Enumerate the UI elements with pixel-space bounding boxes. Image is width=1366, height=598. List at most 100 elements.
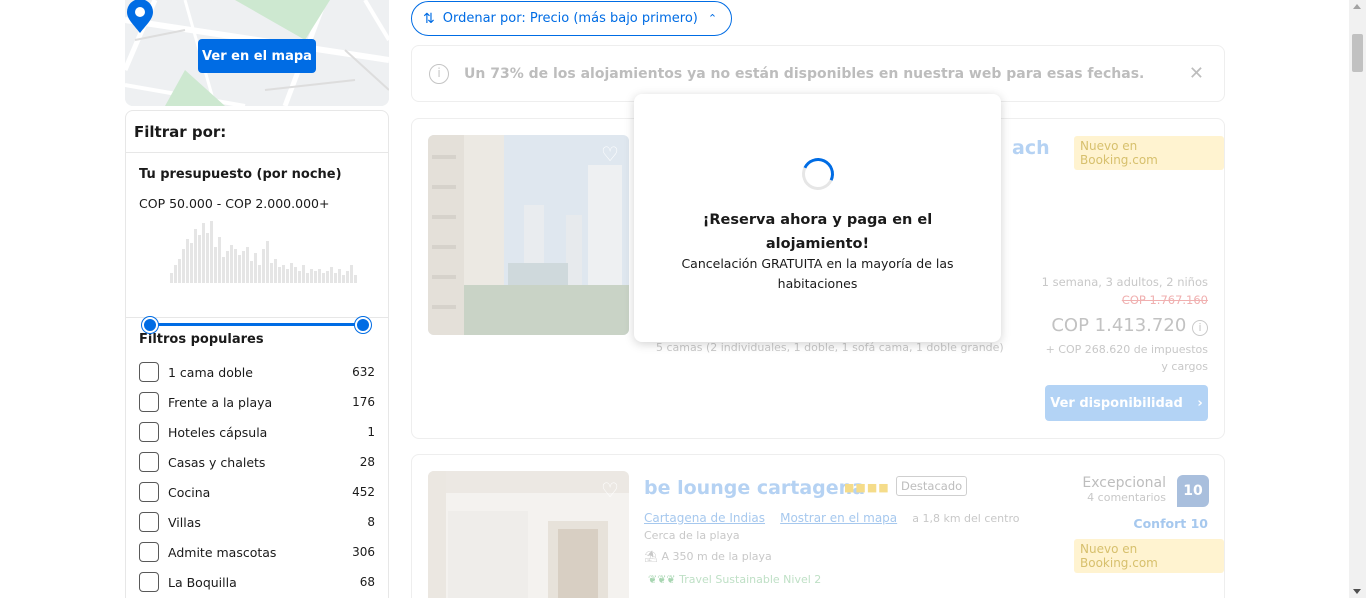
beach-umbrella-icon: ⛱ bbox=[644, 550, 658, 563]
filter-checkbox[interactable] bbox=[139, 392, 159, 412]
filter-count: 306 bbox=[352, 545, 375, 559]
budget-slider-min-handle[interactable] bbox=[142, 317, 158, 333]
filter-checkbox[interactable] bbox=[139, 512, 159, 532]
page: Ver en el mapa Filtrar por: Tu presupues… bbox=[0, 0, 1366, 598]
modal-title: ¡Reserva ahora y paga en el alojamiento! bbox=[702, 212, 933, 252]
star-icon: ■ bbox=[855, 481, 867, 494]
stay-details: 1 semana, 3 adultos, 2 niños bbox=[1042, 275, 1208, 289]
comfort-score: Confort 10 bbox=[1133, 516, 1208, 531]
sustainable-label: Travel Sustainable Nivel 2 bbox=[679, 573, 822, 586]
property-photo[interactable]: ♡ bbox=[428, 471, 629, 598]
beach-distance: A 350 m de la playa bbox=[661, 550, 772, 563]
filter-checkbox[interactable] bbox=[139, 542, 159, 562]
filter-item[interactable]: Casas y chalets 28 bbox=[139, 447, 375, 477]
price-block: COP 1.413.720 i bbox=[1051, 315, 1208, 336]
filter-count: 176 bbox=[352, 395, 375, 409]
filter-checkbox[interactable] bbox=[139, 422, 159, 442]
info-icon: i bbox=[429, 64, 449, 84]
see-availability-button[interactable]: Ver disponibilidad › bbox=[1045, 385, 1208, 421]
loading-modal: ¡Reserva ahora y paga en el alojamiento!… bbox=[634, 94, 1001, 342]
filters-title: Filtrar por: bbox=[126, 111, 388, 153]
show-map-link[interactable]: Mostrar en el mapa bbox=[780, 511, 897, 525]
budget-filter: Tu presupuesto (por noche) COP 50.000 - … bbox=[126, 153, 388, 333]
filter-count: 1 bbox=[367, 425, 375, 439]
featured-badge: Destacado bbox=[896, 476, 968, 496]
filter-label: Villas bbox=[168, 514, 201, 530]
review-count: 4 comentarios bbox=[1087, 491, 1166, 504]
loading-spinner bbox=[797, 153, 839, 195]
distance-text: a 1,8 km del centro bbox=[912, 512, 1020, 525]
star-icon: ■ bbox=[866, 481, 879, 494]
scrollbar-thumb[interactable] bbox=[1352, 34, 1363, 72]
filter-count: 452 bbox=[352, 485, 375, 499]
sort-arrows-icon: ⇅ bbox=[423, 10, 435, 27]
filter-label: Hoteles cápsula bbox=[168, 424, 268, 440]
stay-summary: 1 semana, 3 adultos, 2 niños bbox=[1041, 275, 1208, 289]
budget-heading: Tu presupuesto (por noche) bbox=[139, 167, 342, 182]
price-histogram bbox=[170, 221, 357, 283]
budget-range: COP 50.000 - COP 2.000.000+ bbox=[139, 196, 330, 211]
filter-checkbox[interactable] bbox=[139, 362, 159, 382]
beds-info: 5 camas (2 individuales, 1 doble, 1 sofá… bbox=[656, 341, 1004, 354]
notice-text: Un 73% de los alojamientos ya no están d… bbox=[464, 66, 1145, 82]
star-rating: ■■■■ bbox=[844, 481, 890, 494]
filter-checkbox[interactable] bbox=[139, 572, 159, 592]
property-photo[interactable]: ♡ bbox=[428, 135, 629, 335]
sustainable-row: ❦❦❦ Travel Sustainable Nivel 2 bbox=[648, 573, 821, 586]
filter-item[interactable]: Frente a la playa 176 bbox=[139, 387, 375, 417]
filter-item[interactable]: Hoteles cápsula 1 bbox=[139, 417, 375, 447]
filter-label: 1 cama doble bbox=[168, 364, 253, 380]
filter-checkbox[interactable] bbox=[139, 452, 159, 472]
filter-count: 8 bbox=[367, 515, 375, 529]
sort-button[interactable]: ⇅ Ordenar por: Precio (más bajo primero)… bbox=[411, 1, 732, 36]
star-icon: ■ bbox=[878, 481, 890, 494]
rating-word: Excepcional bbox=[1082, 475, 1166, 491]
filter-item[interactable]: La Boquilla 68 bbox=[139, 567, 375, 597]
new-badge: Nuevo en Booking.com bbox=[1074, 539, 1224, 573]
taxes: + COP 268.620 de impuestos y cargos bbox=[1045, 343, 1208, 373]
chevron-updown-icon: ⌃ bbox=[707, 12, 718, 25]
old-price-block: COP 1.767.160 bbox=[1122, 293, 1208, 307]
budget-slider-max-handle[interactable] bbox=[355, 317, 371, 333]
filter-item[interactable]: 1 cama doble 632 bbox=[139, 357, 375, 387]
star-icon: ■ bbox=[844, 481, 856, 494]
near-beach-text: Cerca de la playa bbox=[644, 529, 740, 542]
new-badge: Nuevo en Booking.com bbox=[1074, 136, 1224, 170]
property-card: ♡ be lounge cartagena ■■■■ Destacado Car… bbox=[411, 454, 1225, 598]
taxes-block: + COP 268.620 de impuestos y cargos bbox=[1038, 341, 1208, 375]
filter-label: Admite mascotas bbox=[168, 544, 277, 560]
heart-icon[interactable]: ♡ bbox=[597, 141, 623, 167]
filter-item[interactable]: Cocina 452 bbox=[139, 477, 375, 507]
rating-block: Excepcional 4 comentarios bbox=[1082, 475, 1166, 504]
page-scrollbar[interactable] bbox=[1349, 0, 1366, 598]
close-icon[interactable]: ✕ bbox=[1189, 63, 1204, 84]
filter-item[interactable]: Admite mascotas 306 bbox=[139, 537, 375, 567]
filter-item[interactable]: Villas 8 bbox=[139, 507, 375, 537]
heart-icon[interactable]: ♡ bbox=[597, 477, 623, 503]
beach-distance-row: ⛱ A 350 m de la playa bbox=[644, 550, 772, 563]
sort-label: Ordenar por: Precio (más bajo primero) bbox=[442, 11, 698, 26]
info-icon[interactable]: i bbox=[1192, 320, 1208, 336]
popular-filters-heading: Filtros populares bbox=[139, 332, 264, 347]
filter-count: 68 bbox=[359, 575, 375, 589]
review-score: 10 bbox=[1177, 475, 1209, 507]
property-title[interactable]: ach bbox=[1012, 137, 1050, 159]
filter-count: 28 bbox=[359, 455, 375, 469]
filter-label: Frente a la playa bbox=[168, 394, 273, 410]
budget-slider-track[interactable] bbox=[149, 323, 363, 326]
scroll-up-arrow-icon[interactable] bbox=[1353, 4, 1361, 9]
map-preview[interactable]: Ver en el mapa bbox=[125, 0, 389, 106]
property-title[interactable]: be lounge cartagena bbox=[644, 477, 865, 499]
location-pin-icon bbox=[127, 0, 153, 33]
scroll-down-arrow-icon[interactable] bbox=[1353, 589, 1361, 594]
city-link[interactable]: Cartagena de Indias bbox=[644, 511, 765, 525]
price: COP 1.413.720 bbox=[1051, 315, 1187, 336]
view-on-map-button[interactable]: Ver en el mapa bbox=[198, 39, 316, 73]
filter-checkbox[interactable] bbox=[139, 482, 159, 502]
location-row: Cartagena de Indias Mostrar en el mapa a… bbox=[644, 507, 1019, 526]
modal-subtitle: Cancelación GRATUITA en la mayoría de la… bbox=[681, 256, 954, 291]
filters-panel: Filtrar por: Tu presupuesto (por noche) … bbox=[125, 110, 389, 598]
see-availability-label: Ver disponibilidad bbox=[1050, 395, 1183, 411]
filter-label: Cocina bbox=[168, 484, 211, 500]
old-price: COP 1.767.160 bbox=[1121, 293, 1208, 307]
